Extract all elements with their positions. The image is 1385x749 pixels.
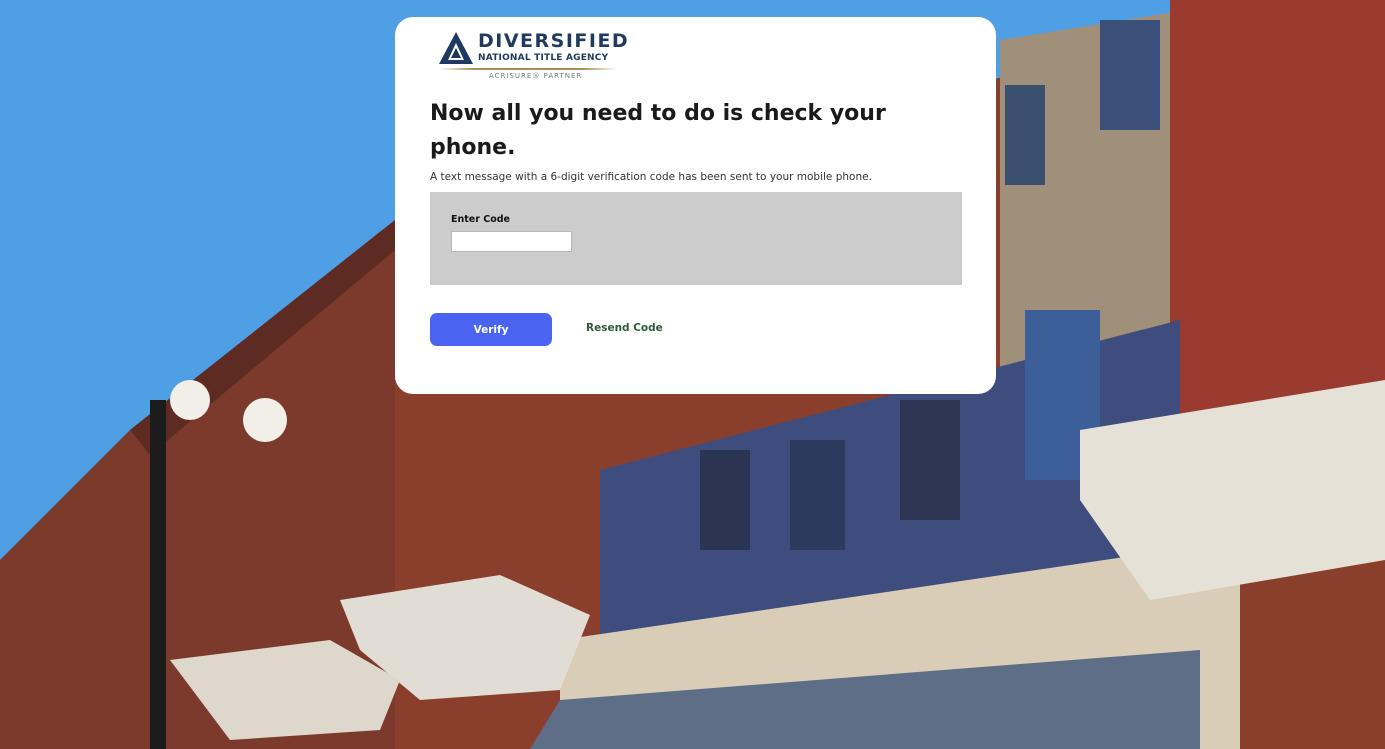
logo-partner-text: ACRISURE® PARTNER	[489, 72, 583, 80]
page-title: Now all you need to do is check your pho…	[430, 101, 886, 160]
resend-code-link[interactable]: Resend Code	[586, 322, 663, 334]
logo-triangle-icon	[439, 32, 473, 64]
logo-text-primary: DIVERSIFIED	[478, 30, 630, 52]
logo-text-secondary: NATIONAL TITLE AGENCY	[478, 53, 609, 63]
verification-code-input[interactable]	[451, 231, 572, 252]
verification-card: DIVERSIFIED NATIONAL TITLE AGENCY ACRISU…	[395, 17, 996, 394]
company-logo: DIVERSIFIED NATIONAL TITLE AGENCY ACRISU…	[439, 28, 628, 84]
verify-button[interactable]: Verify	[430, 313, 552, 346]
code-entry-panel: Enter Code	[430, 192, 962, 285]
instruction-text: A text message with a 6-digit verificati…	[430, 171, 872, 183]
logo-divider	[439, 68, 617, 70]
code-field-label: Enter Code	[451, 214, 510, 225]
